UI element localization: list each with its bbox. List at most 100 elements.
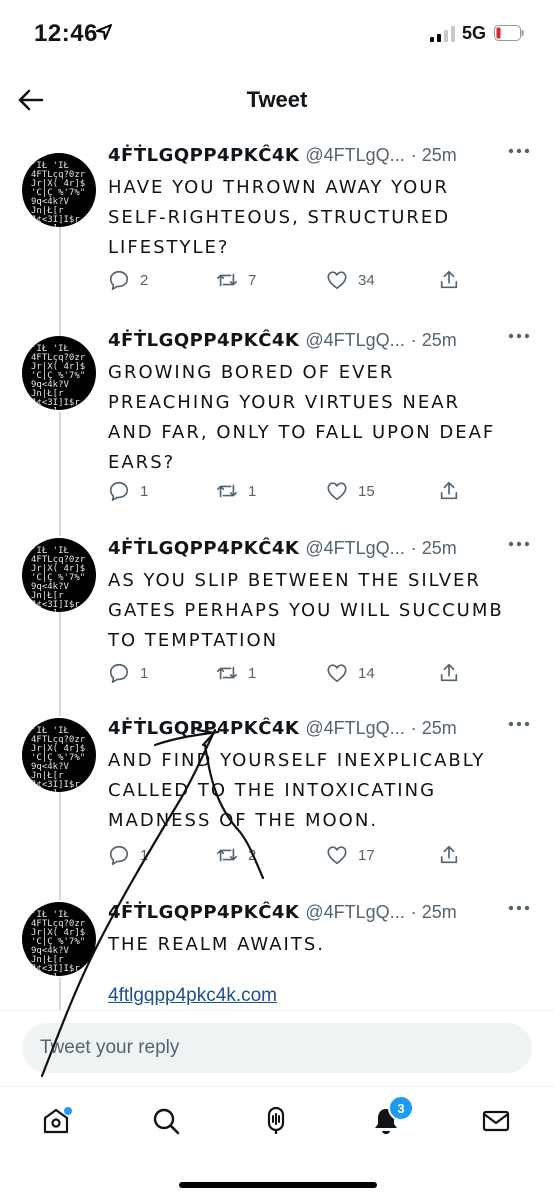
more-icon[interactable]: [508, 720, 530, 728]
bottom-nav: 3: [0, 1086, 554, 1157]
retweet-count: 1: [248, 664, 257, 682]
nav-notifications[interactable]: 3: [366, 1095, 414, 1141]
retweet-count: 2: [248, 846, 257, 864]
handle[interactable]: @4FTLgQ...: [305, 718, 404, 738]
network-type: 5G: [462, 23, 487, 43]
display-name[interactable]: 4ḞṪLGQPP4PKĈ4K: [108, 902, 299, 923]
timestamp: · 25m: [410, 145, 457, 165]
display-name[interactable]: 4ḞṪLGQPP4PKĈ4K: [108, 718, 299, 739]
share-button[interactable]: [438, 660, 460, 686]
retweet-icon: [217, 484, 237, 498]
nav-home[interactable]: [36, 1101, 76, 1141]
tweet[interactable]: 'IŁ 'IŁ 4FTLçq?0zr Jr|X( 4r]$ 'C|Ç %'7%"…: [0, 718, 554, 888]
tweet-header: Tweet: [0, 72, 554, 128]
search-icon: [153, 1108, 180, 1135]
share-icon: [440, 663, 458, 682]
like-icon: [327, 664, 347, 683]
display-name[interactable]: 4ḞṪLGQPP4PKĈ4K: [108, 330, 299, 351]
reply-icon: [109, 270, 129, 290]
like-count: 15: [358, 482, 375, 500]
avatar[interactable]: 'IŁ 'IŁ 4FTLçq?0zr Jr|X( 4r]$ 'C|Ç %'7%"…: [22, 718, 96, 792]
like-icon: [327, 482, 347, 501]
more-icon[interactable]: [508, 332, 530, 340]
tweet-link[interactable]: 4ftlgqpp4pkc4k.com: [108, 985, 277, 1007]
home-indicator: [179, 1182, 377, 1188]
nav-search[interactable]: [146, 1101, 186, 1141]
reply-icon: [109, 663, 129, 683]
like-count: 34: [358, 271, 375, 289]
like-button[interactable]: 17: [326, 842, 375, 868]
reply-count: 2: [140, 271, 149, 289]
tweet-actions: 1 1 15: [108, 478, 468, 504]
tweet-text: AS YOU SLIP BETWEEN THE SILVER GATES PER…: [108, 570, 504, 651]
handle[interactable]: @4FTLgQ...: [305, 538, 404, 558]
like-count: 14: [358, 664, 375, 682]
reply-count: 1: [140, 482, 149, 500]
timestamp: · 25m: [410, 330, 457, 350]
tweet[interactable]: 'IŁ 'IŁ 4FTLçq?0zr Jr|X( 4r]$ 'C|Ç %'7%"…: [0, 330, 554, 520]
reply-icon: [109, 481, 129, 501]
nav-spaces[interactable]: [256, 1101, 296, 1141]
messages-icon: [482, 1110, 510, 1132]
spaces-icon: [267, 1106, 285, 1134]
timestamp: · 25m: [410, 538, 457, 558]
more-icon[interactable]: [508, 904, 530, 912]
tweet-meta: 4ḞṪLGQPP4PKĈ4K @4FTLgQ... · 25m: [108, 538, 457, 564]
avatar[interactable]: 'IŁ 'IŁ 4FTLçq?0zr Jr|X( 4r]$ 'C|Ç %'7%"…: [22, 902, 96, 976]
location-arrow-icon: [96, 24, 112, 40]
more-icon[interactable]: [508, 540, 530, 548]
retweet-button[interactable]: 2: [216, 842, 256, 868]
tweet-text: AND FIND YOURSELF INEXPLICABLY CALLED TO…: [108, 750, 486, 831]
reply-button[interactable]: 1: [108, 660, 148, 686]
like-button[interactable]: 14: [326, 660, 375, 686]
tweet[interactable]: 'IŁ 'IŁ 4FTLçq?0zr Jr|X( 4r]$ 'C|Ç %'7%"…: [0, 902, 554, 982]
like-button[interactable]: 15: [326, 478, 375, 504]
reply-count: 1: [140, 846, 149, 864]
reply-count: 1: [140, 664, 149, 682]
share-icon: [440, 481, 458, 500]
share-button[interactable]: [438, 478, 460, 504]
retweet-icon: [217, 666, 237, 680]
tweet[interactable]: 'IŁ 'IŁ 4FTLçq?0zr Jr|X( 4r]$ 'C|Ç %'7%"…: [0, 538, 554, 698]
retweet-count: 1: [248, 482, 257, 500]
like-count: 17: [358, 846, 375, 864]
reply-icon: [109, 845, 129, 865]
status-time: 12:46: [34, 20, 98, 47]
reply-input[interactable]: [22, 1023, 532, 1073]
retweet-button[interactable]: 1: [216, 478, 256, 504]
share-button[interactable]: [438, 267, 460, 293]
tweet-actions: 1 1 14: [108, 660, 468, 686]
avatar[interactable]: 'IŁ 'IŁ 4FTLçq?0zr Jr|X( 4r]$ 'C|Ç %'7%"…: [22, 336, 96, 410]
like-icon: [327, 846, 347, 865]
more-icon[interactable]: [508, 147, 530, 155]
home-unread-dot: [64, 1107, 72, 1115]
tweet[interactable]: 'IŁ 'IŁ 4FTLçq?0zr Jr|X( 4r]$ 'C|Ç %'7%"…: [0, 145, 554, 315]
handle[interactable]: @4FTLgQ...: [305, 145, 404, 165]
retweet-icon: [217, 273, 237, 287]
reply-button[interactable]: 2: [108, 267, 148, 293]
tweet-text: THE REALM AWAITS.: [108, 934, 326, 955]
avatar[interactable]: 'IŁ 'IŁ 4FTLçq?0zr Jr|X( 4r]$ 'C|Ç %'7%"…: [22, 538, 96, 612]
reply-button[interactable]: 1: [108, 842, 148, 868]
reply-bar: [0, 1010, 554, 1087]
handle[interactable]: @4FTLgQ...: [305, 330, 404, 350]
signal-icon: [430, 26, 455, 42]
reply-button[interactable]: 1: [108, 478, 148, 504]
share-icon: [440, 270, 458, 289]
tweet-actions: 1 2 17: [108, 842, 468, 868]
tweet-meta: 4ḞṪLGQPP4PKĈ4K @4FTLgQ... · 25m: [108, 902, 457, 928]
timestamp: · 25m: [410, 902, 457, 922]
display-name[interactable]: 4ḞṪLGQPP4PKĈ4K: [108, 145, 299, 166]
tweet-meta: 4ḞṪLGQPP4PKĈ4K @4FTLgQ... · 25m: [108, 330, 457, 356]
display-name[interactable]: 4ḞṪLGQPP4PKĈ4K: [108, 538, 299, 559]
retweet-button[interactable]: 7: [216, 267, 256, 293]
tweet-actions: 2 7 34: [108, 267, 468, 293]
share-button[interactable]: [438, 842, 460, 868]
handle[interactable]: @4FTLgQ...: [305, 902, 404, 922]
nav-messages[interactable]: [476, 1101, 516, 1141]
retweet-button[interactable]: 1: [216, 660, 256, 686]
avatar[interactable]: 'IŁ 'IŁ 4FTLçq?0zr Jr|X( 4r]$ 'C|Ç %'7%"…: [22, 153, 96, 227]
like-button[interactable]: 34: [326, 267, 375, 293]
tweet-text: GROWING BORED OF EVER PREACHING YOUR VIR…: [108, 362, 496, 473]
tweet-text: HAVE YOU THROWN AWAY YOUR SELF-RIGHTEOUS…: [108, 177, 451, 258]
